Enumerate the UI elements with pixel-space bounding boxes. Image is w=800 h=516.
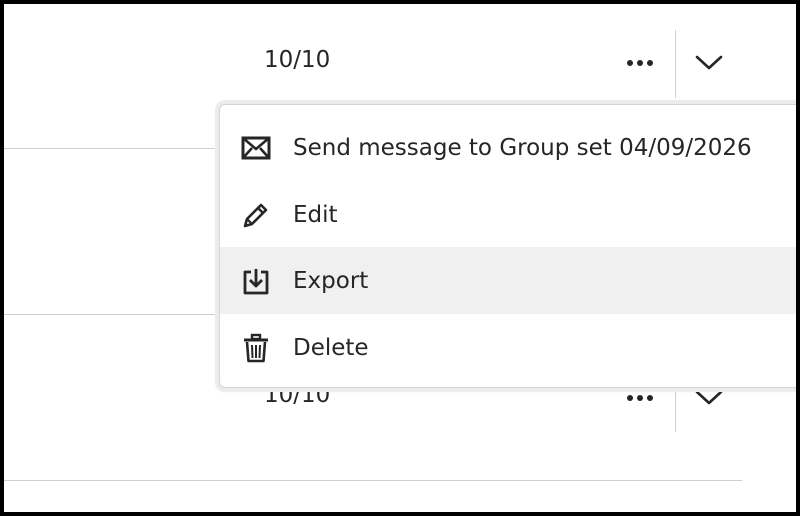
more-options-icon <box>627 60 633 66</box>
row-1-action-divider <box>675 30 676 98</box>
row-separator <box>0 314 230 315</box>
row-1-expand-button[interactable] <box>690 47 728 79</box>
row-1-more-options-button[interactable] <box>620 47 660 79</box>
envelope-icon <box>239 131 273 165</box>
chevron-down-icon <box>695 55 723 70</box>
menu-item-label: Edit <box>293 201 338 228</box>
export-icon <box>239 264 273 298</box>
menu-item-export[interactable]: Export <box>220 247 800 314</box>
menu-item-label: Delete <box>293 334 369 361</box>
more-options-menu: Send message to Group set 04/09/2026 Edi… <box>219 104 800 388</box>
row-separator <box>0 480 742 481</box>
menu-item-label: Export <box>293 267 369 294</box>
menu-item-edit[interactable]: Edit <box>220 181 800 248</box>
pencil-icon <box>239 198 273 232</box>
row-1-score: 10/10 <box>264 47 331 73</box>
menu-item-label: Send message to Group set 04/09/2026 <box>293 134 752 161</box>
more-options-icon <box>627 395 633 401</box>
trash-icon <box>239 331 273 365</box>
menu-item-send-message[interactable]: Send message to Group set 04/09/2026 <box>220 114 800 181</box>
row-separator <box>0 148 230 149</box>
row-2-action-divider <box>675 386 676 432</box>
chevron-down-icon <box>695 390 723 405</box>
menu-item-delete[interactable]: Delete <box>220 314 800 381</box>
